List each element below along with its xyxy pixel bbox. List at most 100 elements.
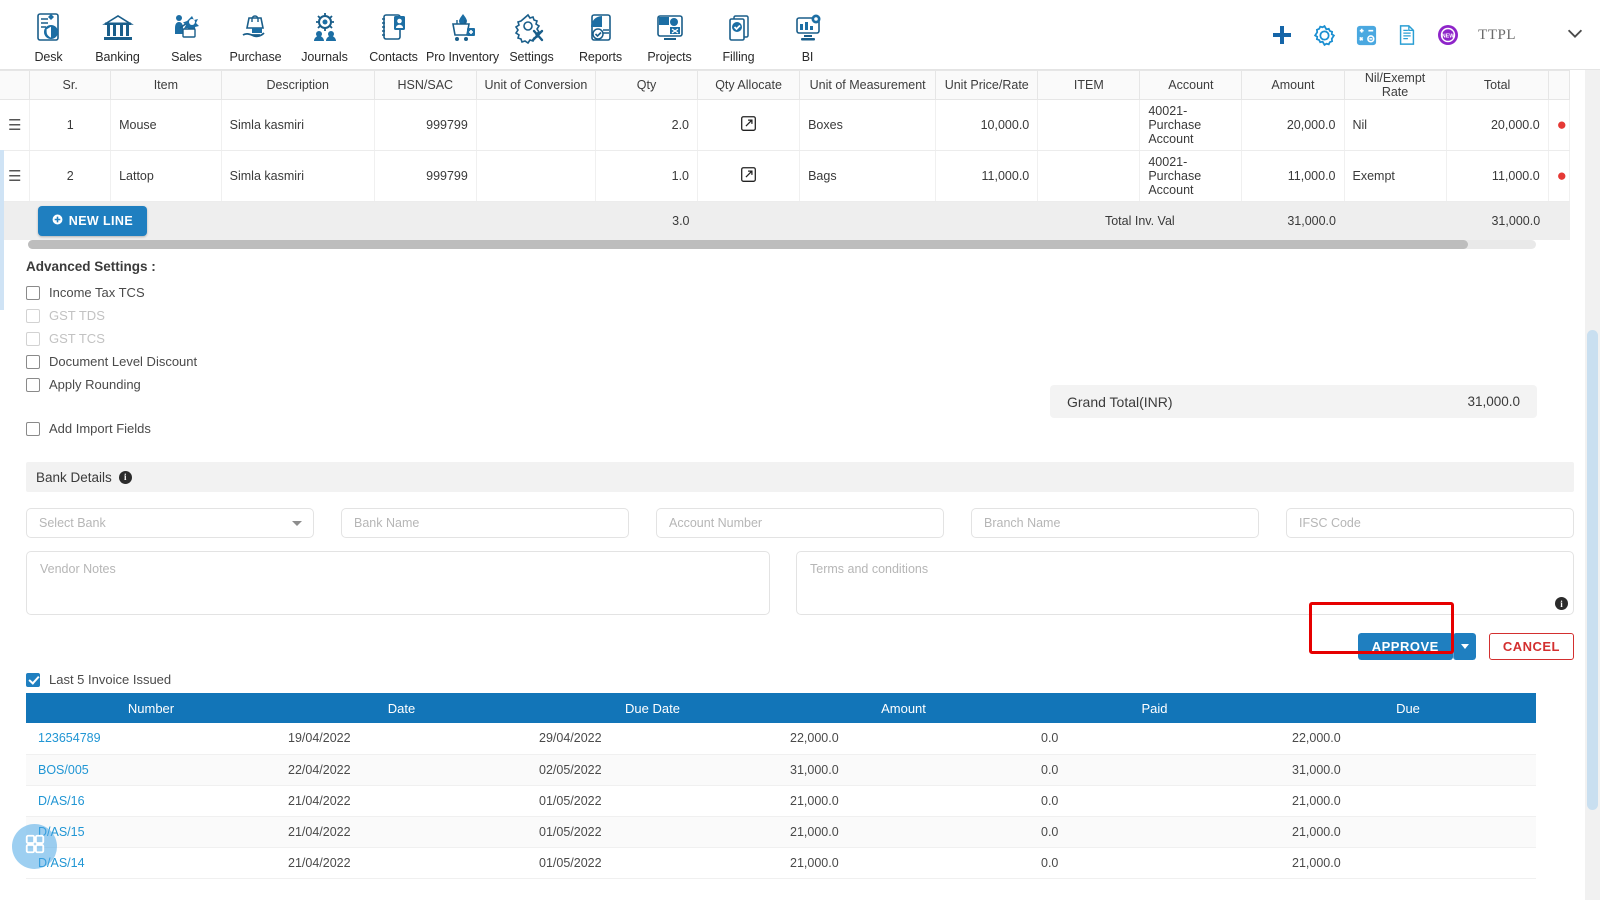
col-account[interactable]: Account xyxy=(1139,70,1243,100)
col-due-date[interactable]: Due Date xyxy=(527,693,778,723)
row-drag-handle-cell[interactable]: ☰ xyxy=(0,99,31,151)
calculator-icon[interactable] xyxy=(1355,24,1378,47)
nav-item-journals[interactable]: Journals xyxy=(290,6,359,64)
col-unit-price-rate[interactable]: Unit Price/Rate xyxy=(935,70,1039,100)
cell-number[interactable]: BOS/005 xyxy=(26,754,276,786)
col-sr[interactable]: Sr. xyxy=(29,70,112,100)
col-amount[interactable]: Amount xyxy=(778,693,1029,723)
col-unit-of-measurement[interactable]: Unit of Measurement xyxy=(799,70,937,100)
table-row[interactable]: BOS/005 22/04/2022 02/05/2022 31,000.0 0… xyxy=(26,754,1536,786)
drag-handle-icon[interactable]: ☰ xyxy=(8,117,21,134)
cancel-button[interactable]: CANCEL xyxy=(1488,633,1574,660)
branch-name-input[interactable]: Branch Name xyxy=(971,508,1259,538)
cell-hsn[interactable]: 999799 xyxy=(374,99,477,151)
col-paid[interactable]: Paid xyxy=(1029,693,1280,723)
page-vertical-scrollbar[interactable] xyxy=(1585,70,1600,900)
table-row[interactable]: D/AS/14 21/04/2022 01/05/2022 21,000.0 0… xyxy=(26,847,1536,879)
approve-dropdown-button[interactable] xyxy=(1452,633,1476,660)
cell-delete[interactable]: ● xyxy=(1548,150,1571,202)
document-icon[interactable] xyxy=(1396,24,1418,46)
col-description[interactable]: Description xyxy=(221,70,375,100)
nav-item-desk[interactable]: Desk xyxy=(14,6,83,64)
vendor-notes-textarea[interactable]: Vendor Notes xyxy=(26,551,770,615)
bank-name-input[interactable]: Bank Name xyxy=(341,508,629,538)
table-row[interactable]: ☰ 2 Lattop Simla kasmiri 999799 1.0 Bags… xyxy=(0,150,1571,202)
account-number-input[interactable]: Account Number xyxy=(656,508,944,538)
col-amount[interactable]: Amount xyxy=(1241,70,1345,100)
invoice-number-link[interactable]: D/AS/16 xyxy=(38,794,85,808)
invoice-number-link[interactable]: BOS/005 xyxy=(38,763,89,777)
approve-split-button[interactable]: APPROVE xyxy=(1357,633,1476,660)
row-drag-handle-cell[interactable]: ☰ xyxy=(0,150,31,202)
cell-uom[interactable]: Bags xyxy=(799,150,937,202)
col-total[interactable]: Total xyxy=(1446,70,1549,100)
table-row[interactable]: ☰ 1 Mouse Simla kasmiri 999799 2.0 Boxes… xyxy=(0,99,1571,151)
cell-description[interactable]: Simla kasmiri xyxy=(221,99,375,151)
col-qty-allocate[interactable]: Qty Allocate xyxy=(697,70,801,100)
cell-item[interactable]: Lattop xyxy=(110,150,222,202)
option-income-tax-tcs[interactable]: Income Tax TCS xyxy=(26,281,1600,304)
info-icon[interactable]: i xyxy=(118,470,132,484)
approve-button[interactable]: APPROVE xyxy=(1357,633,1453,660)
nav-item-pro-inventory[interactable]: Pro Inventory xyxy=(426,6,499,64)
cell-unit-price[interactable]: 11,000.0 xyxy=(935,150,1039,202)
cell-unit-conversion[interactable] xyxy=(476,150,596,202)
cell-number[interactable]: D/AS/14 xyxy=(26,847,276,879)
nav-item-banking[interactable]: Banking xyxy=(83,6,152,64)
col-nil-exempt-rate[interactable]: Nil/Exempt Rate xyxy=(1344,70,1447,100)
col-unit-of-conversion[interactable]: Unit of Conversion xyxy=(476,70,596,100)
ifsc-code-input[interactable]: IFSC Code xyxy=(1286,508,1574,538)
info-icon[interactable]: i xyxy=(1555,597,1568,610)
select-bank-dropdown[interactable]: Select Bank xyxy=(26,508,314,538)
delete-icon[interactable]: ● xyxy=(1557,166,1567,185)
col-qty[interactable]: Qty xyxy=(595,70,699,100)
checkbox-add-import-fields[interactable] xyxy=(26,421,40,436)
cell-item-code[interactable] xyxy=(1037,99,1141,151)
checkbox-income-tax-tcs[interactable] xyxy=(26,285,40,300)
cell-hsn[interactable]: 999799 xyxy=(374,150,477,202)
plus-icon[interactable] xyxy=(1270,23,1294,47)
nav-item-filling[interactable]: Filling xyxy=(704,6,773,64)
external-link-icon[interactable] xyxy=(740,166,757,187)
apps-fab-button[interactable] xyxy=(12,824,57,869)
table-row[interactable]: D/AS/16 21/04/2022 01/05/2022 21,000.0 0… xyxy=(26,785,1536,817)
checkbox-document-level-discount[interactable] xyxy=(26,354,40,369)
col-item[interactable]: Item xyxy=(110,70,222,100)
new-badge-icon[interactable]: NEW xyxy=(1436,23,1460,47)
cell-nil-exempt[interactable]: Nil xyxy=(1344,99,1447,151)
col-due[interactable]: Due xyxy=(1280,693,1536,723)
nav-item-purchase[interactable]: Purchase xyxy=(221,6,290,64)
items-horizontal-scrollbar[interactable] xyxy=(28,240,1536,249)
nav-item-bi[interactable]: BI xyxy=(773,6,842,64)
option-document-level-discount[interactable]: Document Level Discount xyxy=(26,350,1600,373)
invoice-number-link[interactable]: 123654789 xyxy=(38,731,101,745)
option-add-import-fields[interactable]: Add Import Fields xyxy=(26,417,1600,440)
cell-qty-allocate[interactable] xyxy=(697,99,801,151)
col-item-code[interactable]: ITEM xyxy=(1037,70,1141,100)
table-row[interactable]: 123654789 19/04/2022 29/04/2022 22,000.0… xyxy=(26,723,1536,755)
drag-handle-icon[interactable]: ☰ xyxy=(8,168,21,185)
cell-number[interactable]: D/AS/15 xyxy=(26,816,276,848)
nav-item-projects[interactable]: Projects xyxy=(635,6,704,64)
cell-item-code[interactable] xyxy=(1037,150,1141,202)
col-hsn-sac[interactable]: HSN/SAC xyxy=(374,70,477,100)
scrollbar-thumb[interactable] xyxy=(28,240,1468,249)
cell-nil-exempt[interactable]: Exempt xyxy=(1344,150,1447,202)
cell-delete[interactable]: ● xyxy=(1548,99,1571,151)
cell-uom[interactable]: Boxes xyxy=(799,99,937,151)
cell-item[interactable]: Mouse xyxy=(110,99,222,151)
cell-number[interactable]: 123654789 xyxy=(26,723,276,755)
cell-account[interactable]: 40021-Purchase Account xyxy=(1139,99,1243,151)
last-invoices-toggle-row[interactable]: Last 5 Invoice Issued xyxy=(0,660,1600,693)
nav-item-settings[interactable]: Settings xyxy=(497,6,566,64)
cell-qty[interactable]: 1.0 xyxy=(595,150,699,202)
cell-qty[interactable]: 2.0 xyxy=(595,99,699,151)
scrollbar-thumb[interactable] xyxy=(1587,330,1598,810)
table-row[interactable]: D/AS/15 21/04/2022 01/05/2022 21,000.0 0… xyxy=(26,816,1536,848)
cell-unit-price[interactable]: 10,000.0 xyxy=(935,99,1039,151)
col-date[interactable]: Date xyxy=(276,693,527,723)
chevron-down-icon[interactable] xyxy=(1564,22,1586,49)
new-line-button[interactable]: NEW LINE xyxy=(37,206,148,236)
gear-icon[interactable] xyxy=(1312,23,1337,48)
nav-item-reports[interactable]: Reports xyxy=(566,6,635,64)
